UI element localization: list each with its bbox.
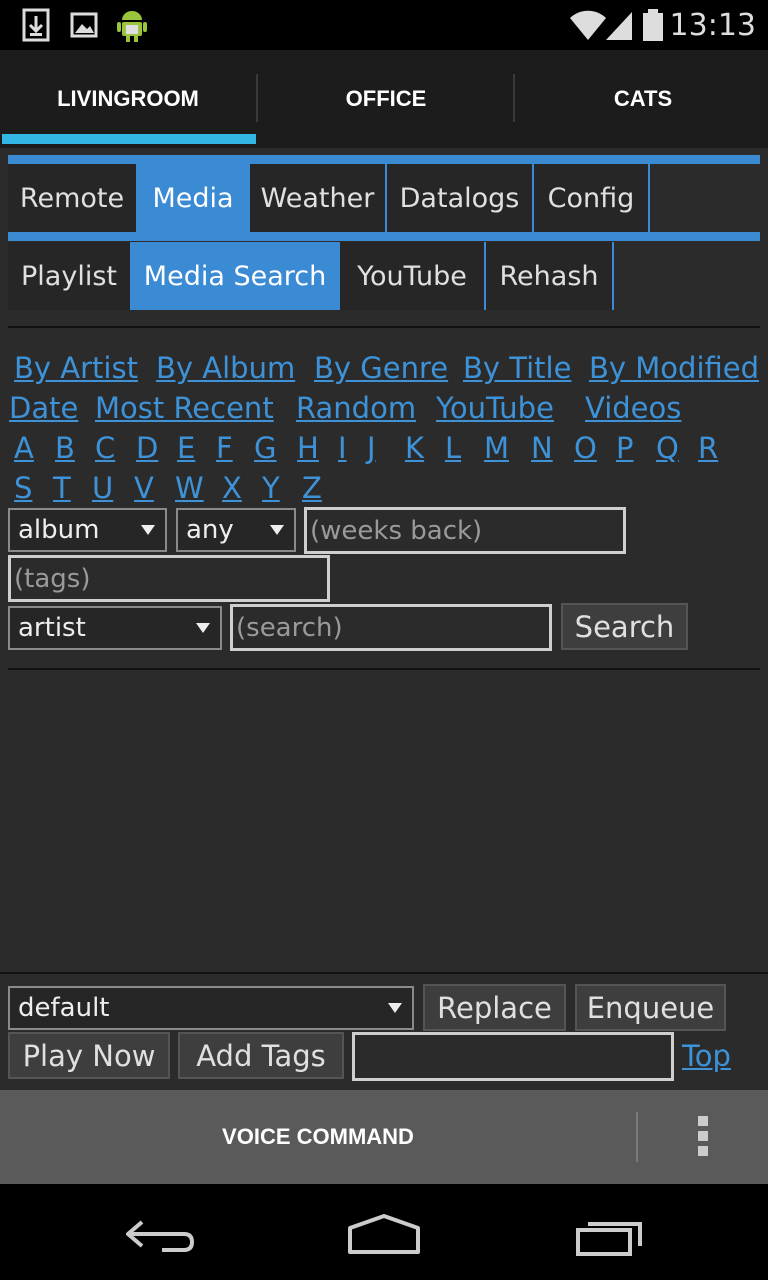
- overflow-menu-icon[interactable]: [690, 1116, 716, 1158]
- link-by-title[interactable]: By Title: [463, 348, 571, 388]
- letter-link[interactable]: F: [216, 428, 233, 468]
- type-select-value: album: [18, 515, 100, 545]
- replace-button[interactable]: Replace: [423, 984, 566, 1031]
- divider: [8, 668, 760, 670]
- letter-link[interactable]: G: [254, 428, 276, 468]
- tab-weather[interactable]: Weather: [250, 164, 387, 232]
- letter-link[interactable]: D: [136, 428, 158, 468]
- voice-command-button[interactable]: VOICE COMMAND: [0, 1090, 636, 1184]
- action-divider: [636, 1112, 638, 1162]
- battery-icon: [643, 9, 663, 41]
- home-icon[interactable]: [346, 1212, 422, 1256]
- tab-youtube[interactable]: YouTube: [340, 242, 486, 310]
- letter-link[interactable]: K: [405, 428, 424, 468]
- letter-link[interactable]: B: [55, 428, 75, 468]
- back-icon[interactable]: [122, 1214, 196, 1254]
- tags-input[interactable]: (tags): [8, 555, 330, 602]
- wifi-icon: [570, 10, 606, 40]
- content-area: Remote Media Weather Datalogs Config Pla…: [0, 148, 768, 972]
- letter-link[interactable]: T: [53, 468, 71, 508]
- letter-link[interactable]: N: [531, 428, 553, 468]
- letter-link[interactable]: R: [698, 428, 718, 468]
- link-most-recent[interactable]: Most Recent: [95, 388, 274, 428]
- playlist-select[interactable]: default: [8, 986, 414, 1030]
- navigation-bar: [0, 1184, 768, 1280]
- type-select[interactable]: album: [8, 508, 167, 552]
- link-by-album[interactable]: By Album: [156, 348, 295, 388]
- split-action-bar: VOICE COMMAND: [0, 1090, 768, 1184]
- search-button[interactable]: Search: [561, 603, 688, 650]
- playlist-select-value: default: [18, 993, 110, 1023]
- letter-link[interactable]: E: [177, 428, 195, 468]
- letter-link[interactable]: L: [445, 428, 461, 468]
- letter-link[interactable]: J: [367, 428, 376, 468]
- letter-link[interactable]: H: [297, 428, 319, 468]
- tab-datalogs[interactable]: Datalogs: [387, 164, 534, 232]
- tab-rehash[interactable]: Rehash: [486, 242, 614, 310]
- link-date[interactable]: Date: [9, 388, 78, 428]
- tab-media[interactable]: Media: [138, 164, 250, 232]
- chevron-down-icon: [196, 623, 210, 633]
- letter-link[interactable]: Q: [656, 428, 679, 468]
- field-select-value: artist: [18, 613, 86, 643]
- tab-office[interactable]: OFFICE: [258, 50, 514, 148]
- field-select[interactable]: artist: [8, 606, 222, 650]
- age-select[interactable]: any: [176, 508, 296, 552]
- letter-link[interactable]: O: [574, 428, 597, 468]
- letter-link[interactable]: U: [92, 468, 113, 508]
- letter-link[interactable]: P: [616, 428, 634, 468]
- age-select-value: any: [186, 515, 234, 545]
- chevron-down-icon: [270, 525, 284, 535]
- search-input[interactable]: (search): [230, 604, 552, 651]
- chevron-down-icon: [141, 525, 155, 535]
- download-icon: [22, 8, 50, 42]
- selected-tab-indicator: [2, 134, 256, 144]
- tab-strip-divider: [8, 232, 760, 241]
- letter-link[interactable]: I: [338, 428, 347, 468]
- link-by-artist[interactable]: By Artist: [14, 348, 138, 388]
- overflow-dot: [698, 1116, 708, 1126]
- add-tags-input[interactable]: [352, 1032, 674, 1081]
- chevron-down-icon: [388, 1003, 402, 1013]
- clock: 13:13: [669, 8, 756, 43]
- link-by-modified[interactable]: By Modified: [589, 348, 759, 388]
- link-random[interactable]: Random: [296, 388, 416, 428]
- divider: [8, 326, 760, 328]
- tab-media-search[interactable]: Media Search: [132, 242, 340, 310]
- top-link[interactable]: Top: [682, 1036, 731, 1076]
- overflow-dot: [698, 1131, 708, 1141]
- play-now-button[interactable]: Play Now: [8, 1032, 170, 1079]
- letter-link[interactable]: Y: [262, 468, 280, 508]
- signal-icon: [606, 12, 632, 40]
- image-icon: [70, 12, 98, 38]
- playback-controls: default Replace Enqueue Play Now Add Tag…: [0, 972, 768, 1090]
- letter-link[interactable]: Z: [302, 468, 322, 508]
- overflow-dot: [698, 1146, 708, 1156]
- tab-playlist[interactable]: Playlist: [8, 242, 132, 310]
- tab-remote[interactable]: Remote: [8, 164, 138, 232]
- link-by-genre[interactable]: By Genre: [314, 348, 448, 388]
- letter-link[interactable]: V: [134, 468, 154, 508]
- add-tags-button[interactable]: Add Tags: [178, 1032, 344, 1079]
- letter-link[interactable]: A: [14, 428, 34, 468]
- letter-link[interactable]: W: [175, 468, 204, 508]
- link-youtube[interactable]: YouTube: [436, 388, 554, 428]
- link-videos[interactable]: Videos: [585, 388, 681, 428]
- letter-link[interactable]: S: [14, 468, 32, 508]
- tab-config[interactable]: Config: [534, 164, 650, 232]
- android-icon: [117, 11, 147, 42]
- recent-apps-icon[interactable]: [574, 1216, 646, 1256]
- letter-link[interactable]: X: [222, 468, 242, 508]
- tab-strip-top-border: [8, 155, 760, 164]
- letter-link[interactable]: C: [95, 428, 115, 468]
- weeks-back-input[interactable]: (weeks back): [304, 507, 626, 554]
- status-bar: 13:13: [0, 0, 768, 50]
- tab-cats[interactable]: CATS: [515, 50, 768, 148]
- enqueue-button[interactable]: Enqueue: [575, 984, 726, 1031]
- letter-link[interactable]: M: [484, 428, 509, 468]
